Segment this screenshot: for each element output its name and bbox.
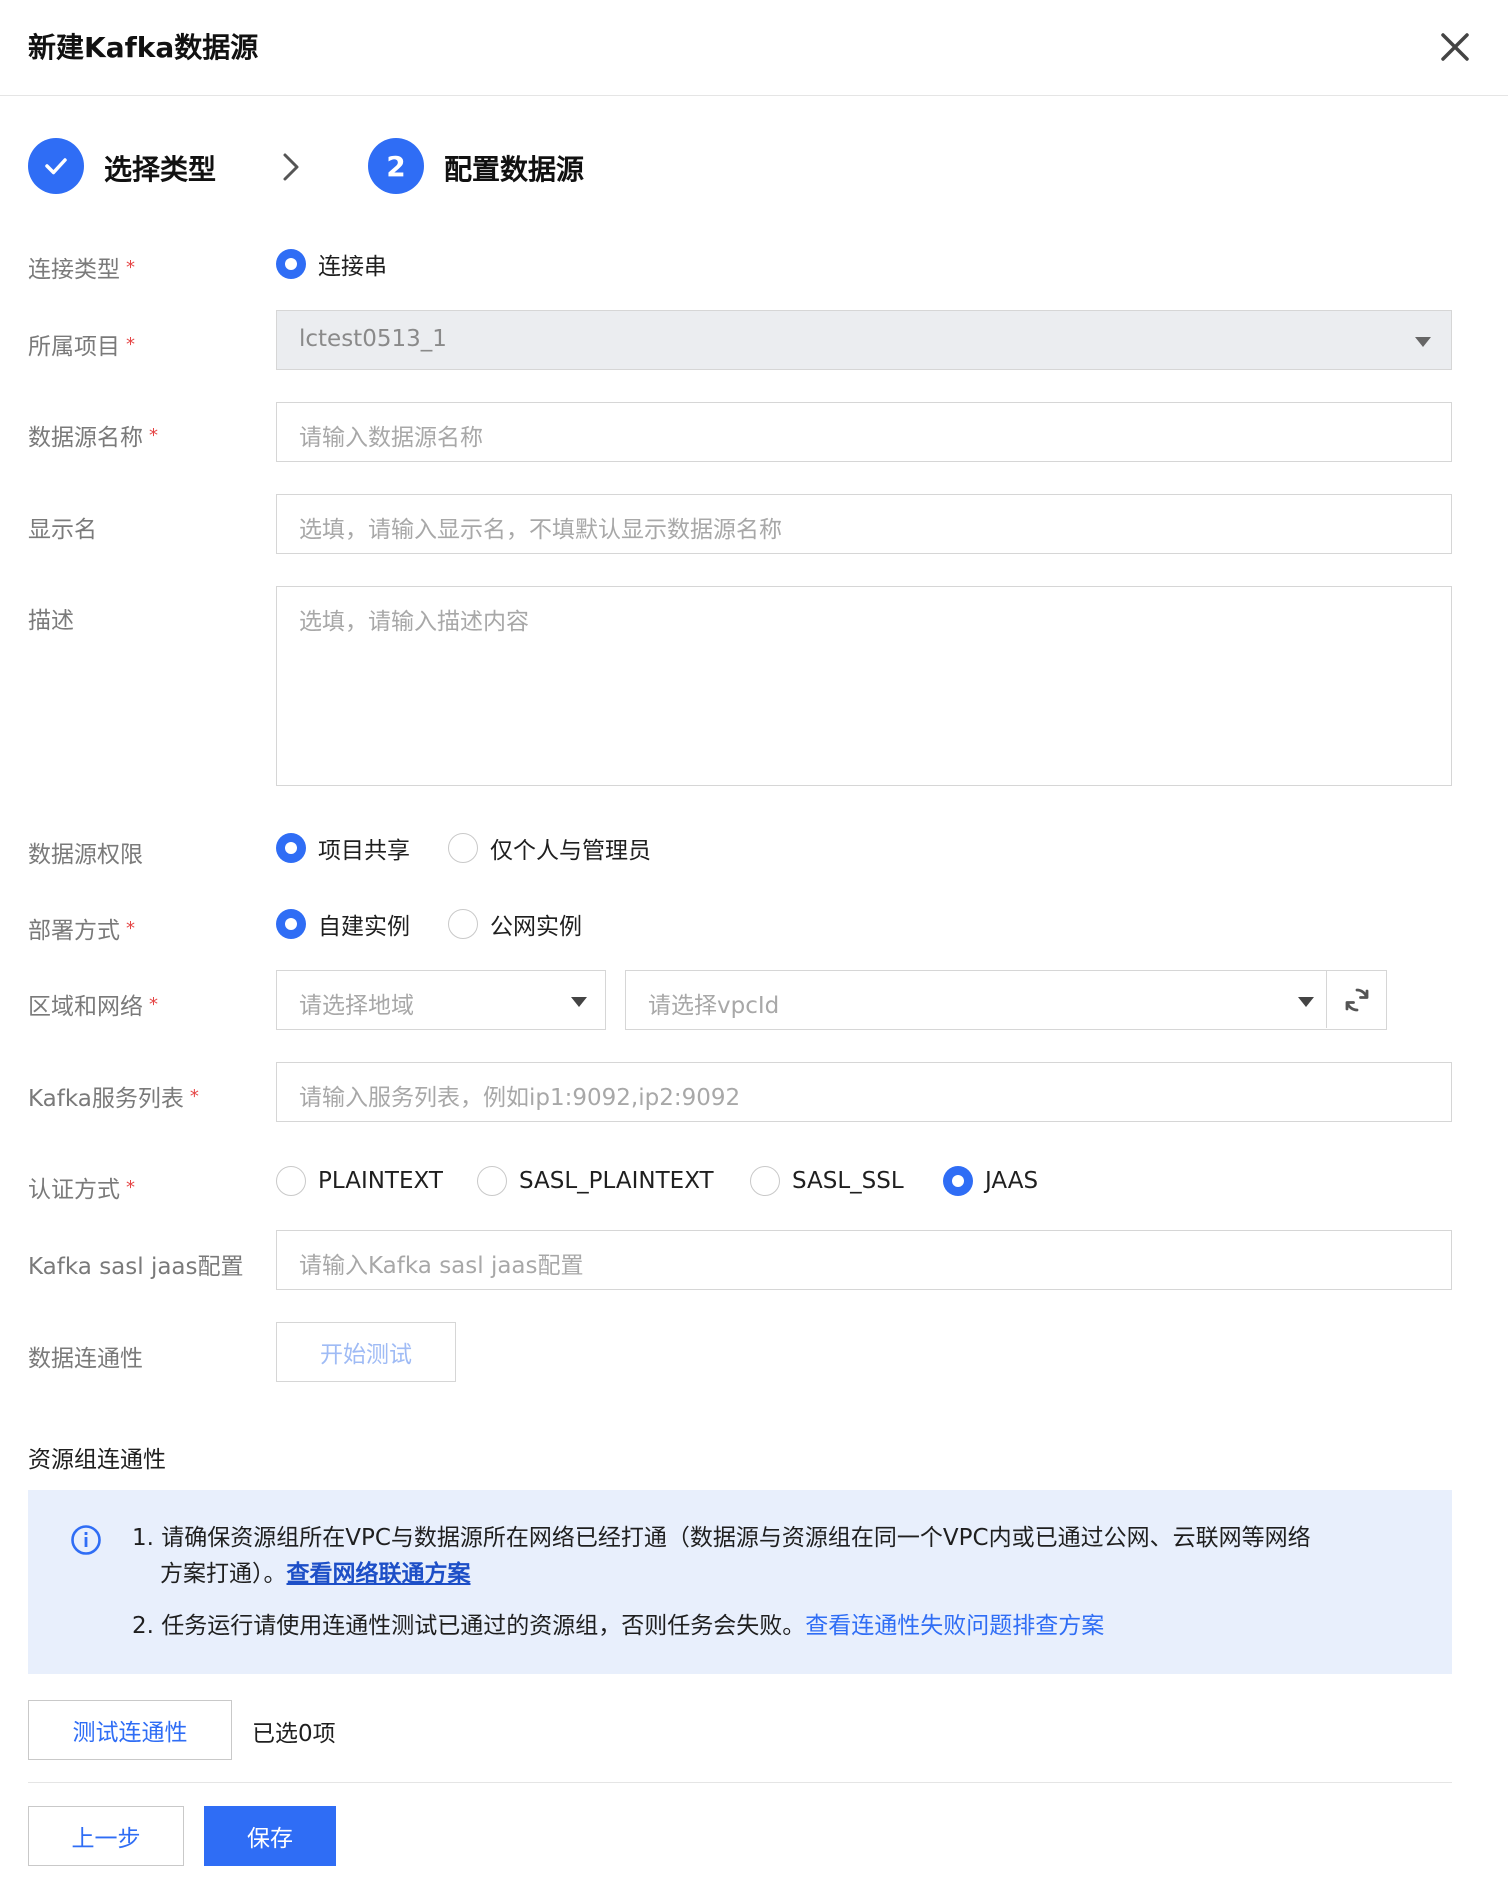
description-label: 描述 [28,608,74,634]
connection-type-label: 连接类型 * [28,257,135,283]
kafka-servers-label: Kafka服务列表 * [28,1086,199,1112]
radio-public-instance[interactable]: 公网实例 [448,907,582,941]
resource-group-title: 资源组连通性 [28,1447,166,1473]
sasl-jaas-input[interactable]: 请输入Kafka sasl jaas配置 [276,1230,1452,1290]
datasource-name-input[interactable]: 请输入数据源名称 [276,402,1452,462]
step-2-label: 配置数据源 [444,153,585,186]
save-button[interactable]: 保存 [204,1806,336,1866]
connectivity-label: 数据连通性 [28,1346,143,1372]
divider [28,1782,1452,1783]
region-network-label: 区域和网络 * [28,994,158,1020]
selected-count: 已选0项 [252,1721,336,1747]
radio-sasl-plaintext[interactable]: SASL_PLAINTEXT [477,1166,714,1196]
display-name-input[interactable]: 选填，请输入显示名，不填默认显示数据源名称 [276,494,1452,554]
close-icon[interactable] [1436,28,1474,66]
step-2-number: 2 [368,138,424,194]
datasource-name-label: 数据源名称 * [28,425,158,451]
prev-step-button[interactable]: 上一步 [28,1806,184,1866]
radio-project-shared[interactable]: 项目共享 [276,831,410,865]
vpc-select[interactable]: 请选择vpcId [625,970,1387,1030]
display-name-label: 显示名 [28,517,97,543]
radio-self-built[interactable]: 自建实例 [276,907,410,941]
notice-line-3: 2. 任务运行请使用连通性测试已通过的资源组，否则任务会失败。查看连通性失败问题… [132,1613,1105,1639]
network-plan-link[interactable]: 查看网络联通方案 [287,1561,471,1587]
permission-label: 数据源权限 [28,842,143,868]
refresh-icon[interactable] [1326,971,1386,1028]
description-textarea[interactable]: 选填，请输入描述内容 [276,586,1452,786]
chevron-down-icon [1415,337,1431,347]
region-select[interactable]: 请选择地域 [276,970,606,1030]
start-test-button[interactable]: 开始测试 [276,1322,456,1382]
check-icon [28,138,84,194]
auth-mode-label: 认证方式 * [28,1177,135,1203]
radio-jaas[interactable]: JAAS [943,1166,1038,1196]
dialog-header: 新建Kafka数据源 [0,0,1508,96]
sasl-jaas-label: Kafka sasl jaas配置 [28,1254,244,1280]
chevron-right-icon [276,150,306,184]
kafka-servers-input[interactable]: 请输入服务列表，例如ip1:9092,ip2:9092 [276,1062,1452,1122]
test-connectivity-button[interactable]: 测试连通性 [28,1700,232,1760]
radio-personal-admin[interactable]: 仅个人与管理员 [448,831,651,865]
radio-connection-string[interactable]: 连接串 [276,247,387,281]
radio-plaintext[interactable]: PLAINTEXT [276,1166,443,1196]
troubleshoot-link[interactable]: 查看连通性失败问题排查方案 [805,1613,1104,1639]
step-indicator: 选择类型 2 配置数据源 [28,138,928,198]
notice-line-2: 方案打通）。查看网络联通方案 [160,1561,471,1587]
dialog-title: 新建Kafka数据源 [28,31,259,64]
notice-line-1: 1. 请确保资源组所在VPC与数据源所在网络已经打通（数据源与资源组在同一个VP… [132,1525,1311,1551]
connectivity-notice: 1. 请确保资源组所在VPC与数据源所在网络已经打通（数据源与资源组在同一个VP… [28,1490,1452,1674]
project-select[interactable]: lctest0513_1 [276,310,1452,370]
chevron-down-icon [571,997,587,1007]
radio-sasl-ssl[interactable]: SASL_SSL [750,1166,904,1196]
info-icon [70,1524,102,1556]
deploy-mode-label: 部署方式 * [28,918,135,944]
project-label: 所属项目 * [28,334,135,360]
step-1-label: 选择类型 [104,153,217,186]
chevron-down-icon [1298,997,1314,1007]
